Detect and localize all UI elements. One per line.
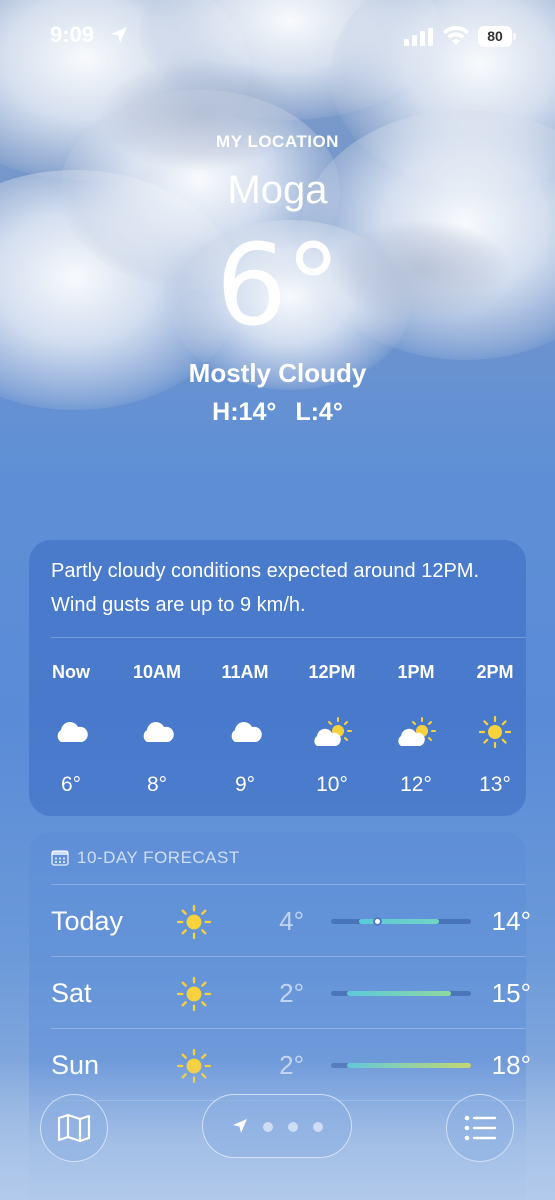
locations-list-button[interactable] [446, 1094, 514, 1162]
current-temperature-dot [373, 917, 382, 926]
hour-item[interactable]: 12PM 10° [297, 658, 367, 800]
high-temperature: H:14° [212, 398, 277, 426]
hour-item[interactable]: 11AM 9° [210, 658, 280, 800]
hourly-forecast-card[interactable]: Partly cloudy conditions expected around… [29, 540, 526, 816]
temperature-range-bar [331, 991, 471, 996]
sun-icon [177, 905, 211, 939]
forecast-title: 10-DAY FORECAST [77, 848, 240, 867]
battery-level: 80 [478, 26, 512, 47]
map-button[interactable] [40, 1094, 108, 1162]
hour-item[interactable]: 1PM 12° [381, 658, 451, 800]
cloud-icon [36, 712, 106, 752]
status-bar: 9:09 80 [0, 0, 555, 70]
cellular-signal-icon [404, 28, 433, 46]
forecast-day: Today [51, 906, 124, 936]
location-arrow-icon [233, 1119, 247, 1133]
high-low-temperatures: H:14° L:4° [0, 394, 555, 430]
location-arrow-icon [111, 27, 127, 43]
hour-item[interactable]: 10AM 8° [122, 658, 192, 800]
forecast-high: 14° [491, 906, 531, 936]
hourly-items[interactable]: Now 6° 10AM 8° 11AM 9° 12PM 10° 1PM 12° … [29, 658, 526, 808]
hour-label: 10AM [132, 662, 181, 682]
temperature-range-bar [331, 917, 471, 926]
hour-temperature: 8° [146, 773, 168, 796]
forecast-high: 15° [491, 978, 531, 1008]
hour-temperature: 13° [479, 773, 511, 796]
forecast-low: 2° [279, 978, 304, 1008]
list-icon [464, 1115, 497, 1141]
location-label: MY LOCATION [216, 132, 339, 151]
page-dot [313, 1122, 323, 1132]
hour-temperature: 10° [316, 773, 348, 796]
page-dot [263, 1122, 273, 1132]
forecast-low: 4° [279, 906, 304, 936]
partly-sunny-icon [297, 712, 367, 752]
battery-tip [513, 33, 516, 40]
hourly-summary: Partly cloudy conditions expected around… [51, 560, 480, 616]
temperature-range-fill [347, 991, 451, 996]
temperature-range-fill [359, 919, 439, 924]
sun-icon [460, 712, 530, 752]
hour-label: 12PM [308, 662, 356, 682]
calendar-icon [51, 850, 69, 866]
hour-label: 1PM [397, 662, 435, 682]
forecast-row-sat[interactable]: Sat 2° 15° [29, 957, 531, 1029]
forecast-row-today[interactable]: Today 4° 14° [29, 885, 531, 957]
wifi-icon [443, 26, 469, 45]
forecast-header: 10-DAY FORECAST [51, 846, 240, 870]
hour-item[interactable]: Now 6° [36, 658, 106, 800]
cloud-icon [210, 712, 280, 752]
sun-icon [177, 977, 211, 1011]
current-condition: Mostly Cloudy [188, 358, 367, 388]
hour-temperature: 6° [60, 773, 82, 796]
partly-sunny-icon [381, 712, 451, 752]
forecast-day: Sat [51, 978, 92, 1008]
battery-indicator: 80 [478, 26, 516, 47]
map-icon [57, 1113, 91, 1143]
hour-label: Now [52, 662, 90, 682]
hour-temperature: 9° [234, 773, 256, 796]
current-weather-header: MY LOCATION Moga 6° Mostly Cloudy H:14° … [0, 128, 555, 430]
hour-label: 2PM [476, 662, 514, 682]
location-page-indicator[interactable] [202, 1094, 352, 1158]
hour-label: 11AM [221, 662, 269, 682]
hour-temperature: 12° [400, 773, 432, 796]
cloud-icon [122, 712, 192, 752]
current-temperature: 6° [215, 221, 341, 351]
hourly-divider [51, 637, 526, 638]
page-dot [288, 1122, 298, 1132]
status-time: 9:09 [50, 22, 95, 47]
low-temperature: L:4° [295, 398, 343, 426]
hour-item[interactable]: 2PM 13° [460, 658, 530, 800]
city-name: Moga [227, 168, 328, 212]
